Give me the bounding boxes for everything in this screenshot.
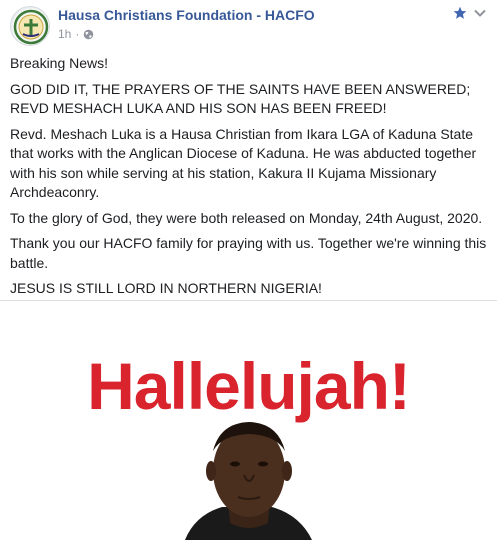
meta-separator: ·	[75, 27, 80, 41]
chevron-down-icon	[474, 9, 486, 17]
star-icon[interactable]	[453, 6, 467, 20]
page-avatar[interactable]	[10, 6, 50, 46]
post-paragraph: JESUS IS STILL LORD IN NORTHERN NIGERIA!	[10, 280, 322, 296]
post-meta: 1h ·	[58, 27, 94, 41]
post-photo[interactable]: Hallelujah!	[0, 301, 497, 540]
person-portrait	[185, 422, 312, 540]
post-body: Breaking News! GOD DID IT, THE PRAYERS O…	[10, 54, 490, 305]
post-options-button[interactable]	[471, 4, 489, 22]
post-paragraph: Thank you our HACFO family for praying w…	[10, 235, 487, 271]
post-paragraph: GOD DID IT, THE PRAYERS OF THE SAINTS HA…	[10, 80, 471, 117]
page-name-link[interactable]: Hausa Christians Foundation - HACFO	[58, 7, 315, 23]
hacfo-logo-icon	[12, 8, 49, 45]
post-paragraph: Revd. Meshach Luka is a Hausa Christian …	[10, 125, 477, 201]
post-paragraph: To the glory of God, they were both rele…	[10, 209, 483, 226]
post-timestamp[interactable]: 1h	[58, 27, 71, 41]
post-header: Hausa Christians Foundation - HACFO 1h ·	[0, 0, 497, 48]
globe-icon[interactable]	[83, 29, 94, 40]
post-paragraph: Breaking News!	[10, 55, 109, 71]
